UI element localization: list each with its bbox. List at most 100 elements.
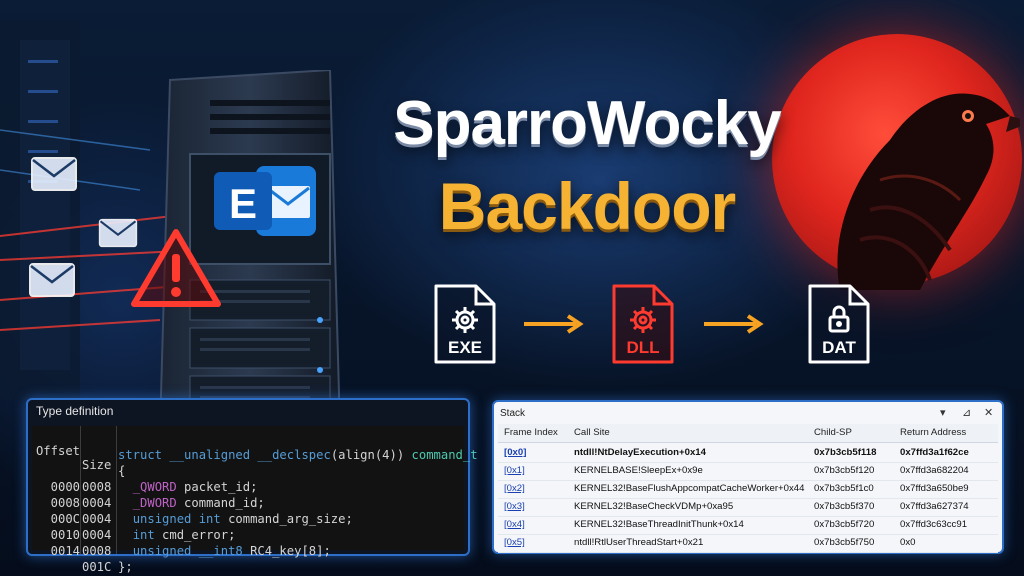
size-cell: 0008 <box>82 544 112 558</box>
call-site-cell: ntdll!RtlUserThreadStart+0x21 <box>574 537 704 548</box>
type-definition-body: Offset Size struct __unaligned __declspe… <box>32 426 478 574</box>
type-definition-row: 001C}; <box>32 560 464 576</box>
return-address-cell: 0x7ffd3a1f62ce <box>900 447 969 458</box>
title-line-2: Backdoor <box>438 169 736 243</box>
code-token: unsigned __int8 <box>132 544 243 558</box>
child-sp-cell: 0x7b3cb5f120 <box>814 465 875 476</box>
code-cell: }; <box>118 560 133 574</box>
dll-label: DLL <box>626 338 660 357</box>
return-address-cell: 0x7ffd3c63cc91 <box>900 519 968 530</box>
warning-icon <box>131 229 221 307</box>
envelope-icon <box>29 263 75 297</box>
thumbnail-canvas: E SparroWocky Backdoor EXE DLL DAT Type … <box>0 0 1024 576</box>
frame-index-column-header[interactable]: Frame Index <box>504 424 558 442</box>
stack-frame-row[interactable]: [0x4] KERNEL32!BaseThreadInitThunk+0x14 0x… <box>498 516 998 535</box>
frame-index-link[interactable]: [0x5] <box>504 534 525 552</box>
code-token: unsigned int <box>132 512 221 526</box>
stack-frame-row[interactable]: [0x5] ntdll!RtlUserThreadStart+0x21 0x7b3c… <box>498 534 998 553</box>
frame-index-link[interactable]: [0x2] <box>504 480 525 498</box>
return-address-cell: 0x7ffd3a682204 <box>900 465 969 476</box>
arrow-right-icon <box>704 314 764 334</box>
offset-cell: 0010 <box>50 528 80 542</box>
sparrow-icon <box>837 93 1020 290</box>
code-cell: _DWORD command_id; <box>118 496 265 510</box>
code-cell: unsigned int command_arg_size; <box>118 512 353 526</box>
offset-cell: 000C <box>50 512 80 526</box>
title-line-1: SparroWocky <box>393 89 782 158</box>
exe-file-icon: EXE <box>432 282 498 366</box>
child-sp-cell: 0x7b3cb5f1c0 <box>814 483 874 494</box>
offset-cell: 0014 <box>50 544 80 558</box>
code-token: command_t <box>411 448 478 462</box>
stack-frame-row[interactable]: [0x1] KERNELBASE!SleepEx+0x9e 0x7b3cb5f120… <box>498 462 998 481</box>
call-site-cell: KERNEL32!BaseThreadInitThunk+0x14 <box>574 519 744 530</box>
type-definition-row: { <box>32 464 464 480</box>
size-cell: 0004 <box>82 496 112 510</box>
stack-frame-row[interactable]: [0x0] ntdll!NtDelayExecution+0x14 0x7b3cb5… <box>498 444 998 463</box>
code-cell: int cmd_error; <box>118 528 236 542</box>
child-sp-cell: 0x7b3cb5f370 <box>814 501 875 512</box>
code-token: RC4_key[8]; <box>242 544 331 558</box>
code-token: command_id; <box>176 496 265 510</box>
type-definition-row: 000C 0004 unsigned int command_arg_size; <box>32 512 464 528</box>
type-definition-row: 0010 0004 int cmd_error; <box>32 528 464 544</box>
type-definition-row: 0008 0004 _DWORD command_id; <box>32 496 464 512</box>
frame-index-link[interactable]: [0x0] <box>504 444 526 462</box>
pin-icon[interactable]: ⊿ <box>962 406 971 419</box>
child-sp-column-header[interactable]: Child-SP <box>814 424 852 442</box>
type-definition-row: 0000 0008 _QWORD packet_id; <box>32 480 464 496</box>
type-definition-header: Type definition <box>36 404 114 418</box>
return-address-cell: 0x7ffd3a650be9 <box>900 483 969 494</box>
envelope-icon <box>31 157 77 191</box>
call-site-column-header[interactable]: Call Site <box>574 424 610 442</box>
type-definition-panel: Type definition Offset Size struct __una… <box>26 398 478 574</box>
return-address-column-header[interactable]: Return Address <box>900 424 966 442</box>
code-cell: { <box>118 464 125 478</box>
code-token: struct <box>118 448 170 462</box>
call-site-cell: KERNELBASE!SleepEx+0x9e <box>574 465 703 476</box>
stack-frame-row[interactable]: [0x3] KERNEL32!BaseCheckVDMp+0xa95 0x7b3cb… <box>498 498 998 517</box>
code-token: command_arg_size; <box>220 512 353 526</box>
exchange-logo-letter: E <box>229 180 257 227</box>
code-cell: struct __unaligned __declspec(align(4)) … <box>118 448 478 462</box>
size-cell: 0008 <box>82 480 112 494</box>
offset-cell: 0008 <box>50 496 80 510</box>
child-sp-cell: 0x7b3cb5f720 <box>814 519 875 530</box>
stack-panel: Stack ▾ ⊿ ✕ Frame Index Call Site Child-… <box>492 400 1004 554</box>
column-header-row: Offset Size <box>32 430 464 472</box>
dat-file-icon: DAT <box>806 282 872 366</box>
type-definition-row: 0014 0008 unsigned __int8 RC4_key[8]; <box>32 544 464 560</box>
code-token: { <box>118 464 126 478</box>
offset-cell: 0000 <box>50 480 80 494</box>
size-cell: 0004 <box>82 512 112 526</box>
size-cell: 0004 <box>82 528 112 542</box>
frame-index-link[interactable]: [0x4] <box>504 516 525 534</box>
code-token: }; <box>118 560 133 574</box>
code-token: __unaligned __declspec <box>169 448 331 462</box>
child-sp-cell: 0x7b3cb5f118 <box>814 447 877 458</box>
close-icon[interactable]: ✕ <box>984 406 993 419</box>
call-site-cell: ntdll!NtDelayExecution+0x14 <box>574 447 706 458</box>
code-token: (align(4)) <box>330 448 412 462</box>
dat-label: DAT <box>822 338 856 357</box>
return-address-cell: 0x7ffd3a627374 <box>900 501 969 512</box>
stack-panel-title: Stack <box>500 408 526 419</box>
code-token: cmd_error; <box>154 528 236 542</box>
exe-label: EXE <box>447 338 483 357</box>
dropdown-icon[interactable]: ▾ <box>940 406 946 419</box>
frame-index-link[interactable]: [0x1] <box>504 462 525 480</box>
dll-file-icon: DLL <box>610 282 676 366</box>
code-token: _QWORD <box>132 480 177 494</box>
child-sp-cell: 0x7b3cb5f750 <box>814 537 875 548</box>
stack-frame-row[interactable]: [0x2] KERNEL32!BaseFlushAppcompatCacheWor… <box>498 480 998 499</box>
code-token: _DWORD <box>132 496 177 510</box>
call-site-cell: KERNEL32!BaseFlushAppcompatCacheWorker+0… <box>574 483 805 494</box>
exchange-logo-icon: E <box>214 166 316 236</box>
frame-index-link[interactable]: [0x3] <box>504 498 525 516</box>
code-token: int <box>132 528 155 542</box>
